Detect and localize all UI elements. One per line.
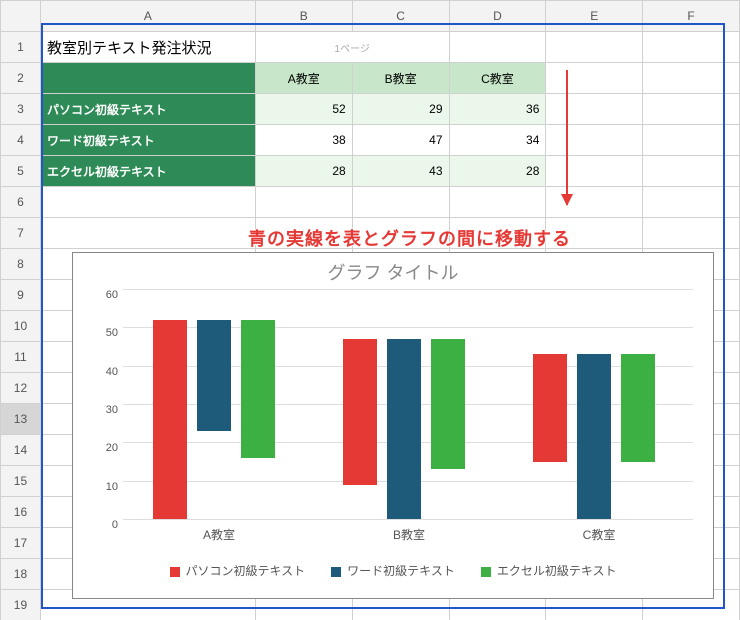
col-header[interactable]: D: [449, 1, 546, 32]
chart-y-tick: 20: [88, 442, 118, 454]
arrow-icon: [566, 70, 568, 205]
table-corner[interactable]: [40, 63, 255, 94]
chart-plot-area: 0102030405060: [123, 289, 693, 520]
table-col-header[interactable]: B教室: [352, 63, 449, 94]
row-header[interactable]: 14: [1, 435, 41, 466]
legend-swatch: [481, 567, 491, 577]
chart-x-labels: A教室 B教室 C教室: [123, 526, 693, 544]
table-row-header[interactable]: パソコン初級テキスト: [40, 94, 255, 125]
col-header[interactable]: B: [255, 1, 352, 32]
col-header[interactable]: A: [40, 1, 255, 32]
table-col-header[interactable]: A教室: [255, 63, 352, 94]
row-header[interactable]: 4: [1, 125, 41, 156]
row-header[interactable]: 16: [1, 497, 41, 528]
chart-bar: [197, 320, 231, 431]
table-row-header[interactable]: エクセル初級テキスト: [40, 156, 255, 187]
row-header[interactable]: 3: [1, 94, 41, 125]
row-header[interactable]: 12: [1, 373, 41, 404]
table-col-header[interactable]: C教室: [449, 63, 546, 94]
col-header[interactable]: C: [352, 1, 449, 32]
select-all-cell[interactable]: [1, 1, 41, 32]
legend-swatch: [170, 567, 180, 577]
row-header[interactable]: 8: [1, 249, 41, 280]
col-header-row[interactable]: A B C D E F: [1, 1, 740, 32]
chart-x-label: C教室: [583, 526, 616, 543]
row-header[interactable]: 18: [1, 559, 41, 590]
page-label: 1ページ: [255, 32, 449, 63]
row-header[interactable]: 5: [1, 156, 41, 187]
row-header[interactable]: 2: [1, 63, 41, 94]
col-header[interactable]: F: [643, 1, 740, 32]
chart-y-tick: 40: [88, 366, 118, 378]
chart-y-tick: 60: [88, 289, 118, 301]
table-cell[interactable]: 52: [255, 94, 352, 125]
row-header[interactable]: 1: [1, 32, 41, 63]
table-cell[interactable]: 43: [352, 156, 449, 187]
chart-bar: [343, 339, 377, 485]
row-header[interactable]: 19: [1, 590, 41, 620]
chart-x-label: B教室: [393, 526, 425, 543]
row-header[interactable]: 11: [1, 342, 41, 373]
chart-y-tick: 30: [88, 404, 118, 416]
table-cell[interactable]: 47: [352, 125, 449, 156]
col-header[interactable]: E: [546, 1, 643, 32]
row-header[interactable]: 7: [1, 218, 41, 249]
chart-y-tick: 10: [88, 481, 118, 493]
annotation-text: 青の実線を表とグラフの間に移動する: [248, 225, 571, 251]
chart-y-tick: 0: [88, 519, 118, 531]
chart-legend: パソコン初級テキスト ワード初級テキスト エクセル初級テキスト: [73, 562, 713, 579]
chart-bar: [621, 354, 655, 461]
row-header[interactable]: 17: [1, 528, 41, 559]
chart-bar: [241, 320, 275, 458]
chart-bar: [153, 320, 187, 519]
embedded-chart[interactable]: グラフ タイトル 0102030405060 A教室B教室C教室 パソコン初級テ…: [72, 252, 714, 599]
table-cell[interactable]: 36: [449, 94, 546, 125]
row-header[interactable]: 9: [1, 280, 41, 311]
legend-item: パソコン初級テキスト: [170, 562, 306, 579]
chart-x-label: A教室: [203, 526, 235, 543]
title-cell[interactable]: 教室別テキスト発注状況: [40, 32, 255, 63]
chart-title: グラフ タイトル: [73, 259, 713, 285]
table-cell[interactable]: 38: [255, 125, 352, 156]
chart-bar: [387, 339, 421, 519]
chart-bar: [577, 354, 611, 519]
chart-bar: [431, 339, 465, 469]
table-cell[interactable]: 34: [449, 125, 546, 156]
spreadsheet-view: A B C D E F 1 教室別テキスト発注状況 1ページ 2 A教室 B教室…: [0, 0, 740, 620]
row-header[interactable]: 10: [1, 311, 41, 342]
chart-bar: [533, 354, 567, 461]
table-cell[interactable]: 29: [352, 94, 449, 125]
table-cell[interactable]: 28: [449, 156, 546, 187]
table-row-header[interactable]: ワード初級テキスト: [40, 125, 255, 156]
row-header[interactable]: 6: [1, 187, 41, 218]
legend-item: エクセル初級テキスト: [481, 562, 617, 579]
legend-swatch: [331, 567, 341, 577]
table-cell[interactable]: 28: [255, 156, 352, 187]
row-header[interactable]: 13: [1, 404, 41, 435]
legend-item: ワード初級テキスト: [331, 562, 455, 579]
row-header[interactable]: 15: [1, 466, 41, 497]
chart-y-tick: 50: [88, 327, 118, 339]
